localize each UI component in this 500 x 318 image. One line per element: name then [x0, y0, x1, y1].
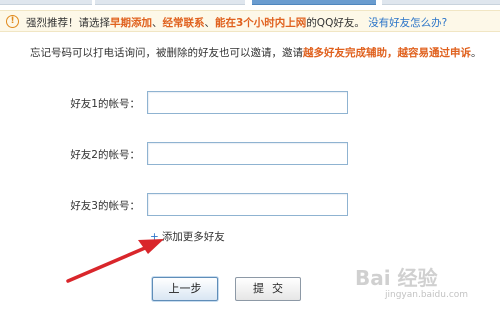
description-part: 。: [471, 47, 482, 59]
notice-highlight: 早期添加: [110, 17, 152, 29]
watermark: Bai 经验 jingyan.baidu.com: [355, 256, 495, 312]
tab-step: [95, 0, 245, 5]
submit-button[interactable]: 提交: [235, 277, 301, 301]
tab-step-active: [252, 0, 376, 5]
plus-icon: +: [150, 231, 159, 243]
prev-step-button[interactable]: 上一步: [152, 277, 218, 301]
notice-separator: 、: [152, 17, 163, 29]
add-more-label: 添加更多好友: [161, 231, 225, 243]
info-circle-icon: !: [6, 15, 19, 28]
friend-row-2: 好友2的帐号：: [0, 142, 500, 166]
notice-highlight: 能在3个小时内上网: [215, 17, 307, 29]
tab-step: [382, 0, 500, 5]
friend-3-label: 好友3的帐号：: [70, 200, 140, 212]
notice-text: 强烈推荐！请选择早期添加、经常联系、能在3个小时内上网的QQ好友。 没有好友怎么…: [26, 15, 447, 30]
friend-row-1: 好友1的帐号：: [0, 91, 500, 115]
notice-bar: ! 强烈推荐！请选择早期添加、经常联系、能在3个小时内上网的QQ好友。 没有好友…: [0, 10, 500, 32]
add-more-friends-link[interactable]: + 添加更多好友: [150, 229, 225, 244]
friend-2-account-input[interactable]: [147, 142, 348, 165]
watermark-url: jingyan.baidu.com: [385, 290, 469, 300]
notice-separator: 、: [204, 17, 216, 29]
notice-highlight: 经常联系: [162, 17, 205, 29]
description-highlight: 越多好友完成辅助，越容易通过申诉: [303, 47, 471, 59]
description-part: 忘记号码可以打电话询问，被删除的好友也可以邀请，邀请: [30, 47, 303, 59]
friend-2-label: 好友2的帐号：: [70, 149, 140, 161]
friend-1-account-input[interactable]: [147, 91, 348, 114]
description-text: 忘记号码可以打电话询问，被删除的好友也可以邀请，邀请越多好友完成辅助，越容易通过…: [30, 45, 482, 60]
tab-strip: [0, 0, 500, 6]
no-friends-link[interactable]: 没有好友怎么办?: [368, 17, 447, 29]
friend-row-3: 好友3的帐号：: [0, 193, 500, 217]
notice-text-part: 强烈推荐！请选择: [26, 17, 110, 29]
friend-3-account-input[interactable]: [147, 193, 348, 216]
tab-step: [0, 0, 92, 5]
friend-1-label: 好友1的帐号：: [70, 98, 140, 110]
baidu-jingyan-logo: Bai 经验: [355, 266, 438, 290]
arrow-shaft: [66, 243, 154, 283]
notice-text-part: 的QQ好友。: [306, 17, 365, 29]
